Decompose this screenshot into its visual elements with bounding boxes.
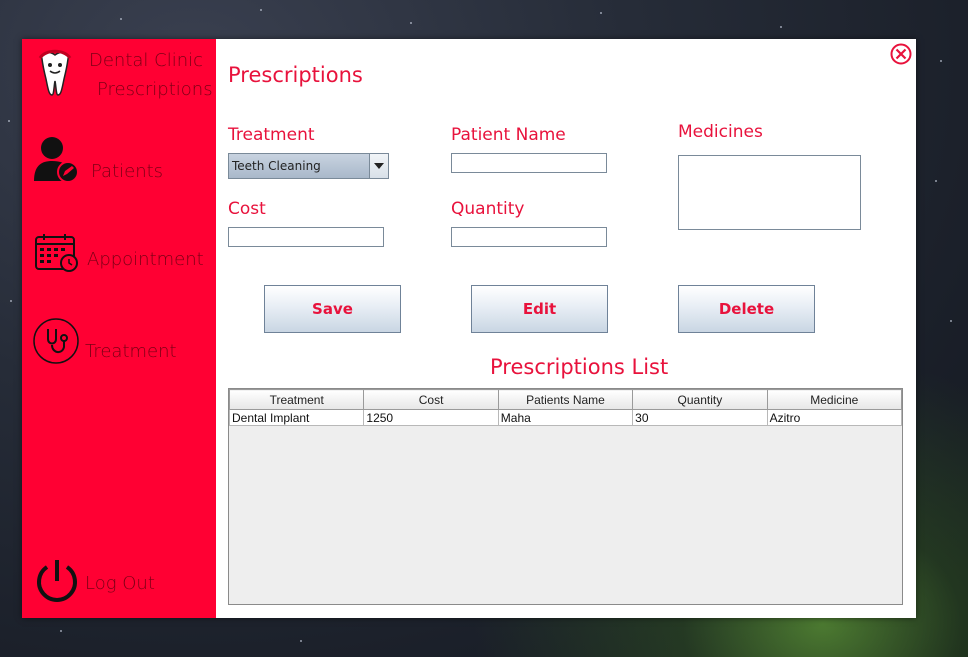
tooth-logo-icon: [36, 49, 74, 103]
logout-button[interactable]: Log Out: [22, 557, 216, 607]
column-header-treatment[interactable]: Treatment: [229, 389, 365, 410]
table-cell: 1250: [363, 409, 499, 426]
logout-label: Log Out: [85, 573, 155, 594]
sidebar-item-label: Appointment: [87, 249, 204, 270]
treatment-label: Treatment: [228, 125, 315, 145]
app-title-line1: Dental Clinic: [89, 50, 204, 71]
app-title: Dental Clinic Prescriptions: [89, 46, 214, 104]
sidebar: Dental Clinic Prescriptions Patients App…: [22, 39, 216, 618]
cost-label: Cost: [228, 199, 266, 219]
column-header-quantity[interactable]: Quantity: [632, 389, 768, 410]
prescriptions-list-title: Prescriptions List: [490, 355, 669, 379]
page-title: Prescriptions: [228, 63, 363, 87]
quantity-label: Quantity: [451, 199, 525, 219]
quantity-field[interactable]: [451, 227, 607, 247]
close-icon: [890, 43, 912, 65]
chevron-down-icon[interactable]: [369, 154, 388, 178]
save-button[interactable]: Save: [264, 285, 401, 333]
column-header-medicine[interactable]: Medicine: [766, 389, 902, 410]
power-icon: [34, 557, 80, 609]
cost-field[interactable]: [228, 227, 384, 247]
app-window: Dental Clinic Prescriptions Patients App…: [22, 39, 916, 618]
table-cell: Maha: [497, 409, 634, 426]
table-row[interactable]: Dental Implant 1250 Maha 30 Azitro: [229, 409, 902, 426]
sidebar-item-label: Treatment: [85, 341, 177, 362]
patient-name-label: Patient Name: [451, 125, 566, 145]
prescriptions-table[interactable]: Treatment Cost Patients Name Quantity Me…: [228, 388, 903, 605]
table-cell: Dental Implant: [229, 409, 365, 426]
table-cell: 30: [632, 409, 768, 426]
stethoscope-icon: [32, 317, 80, 369]
column-header-cost[interactable]: Cost: [363, 389, 499, 410]
close-button[interactable]: [890, 43, 912, 65]
treatment-select[interactable]: Teeth Cleaning: [228, 153, 389, 179]
table-header-row: Treatment Cost Patients Name Quantity Me…: [229, 389, 902, 410]
main-panel: Prescriptions Treatment Teeth Cleaning P…: [216, 39, 916, 618]
column-header-patients-name[interactable]: Patients Name: [497, 389, 634, 410]
edit-button[interactable]: Edit: [471, 285, 608, 333]
medicines-label: Medicines: [678, 122, 763, 142]
patient-icon: [34, 135, 80, 187]
sidebar-item-patients[interactable]: Patients: [22, 135, 216, 185]
table-cell: Azitro: [766, 409, 902, 426]
medicines-field[interactable]: [678, 155, 861, 230]
sidebar-item-label: Patients: [91, 161, 164, 182]
app-title-line2: Prescriptions: [97, 79, 213, 100]
sidebar-item-appointment[interactable]: Appointment: [22, 229, 216, 279]
delete-button[interactable]: Delete: [678, 285, 815, 333]
treatment-select-value: Teeth Cleaning: [232, 159, 321, 173]
patient-name-field[interactable]: [451, 153, 607, 173]
calendar-icon: [35, 233, 79, 277]
sidebar-item-treatment[interactable]: Treatment: [22, 317, 216, 367]
